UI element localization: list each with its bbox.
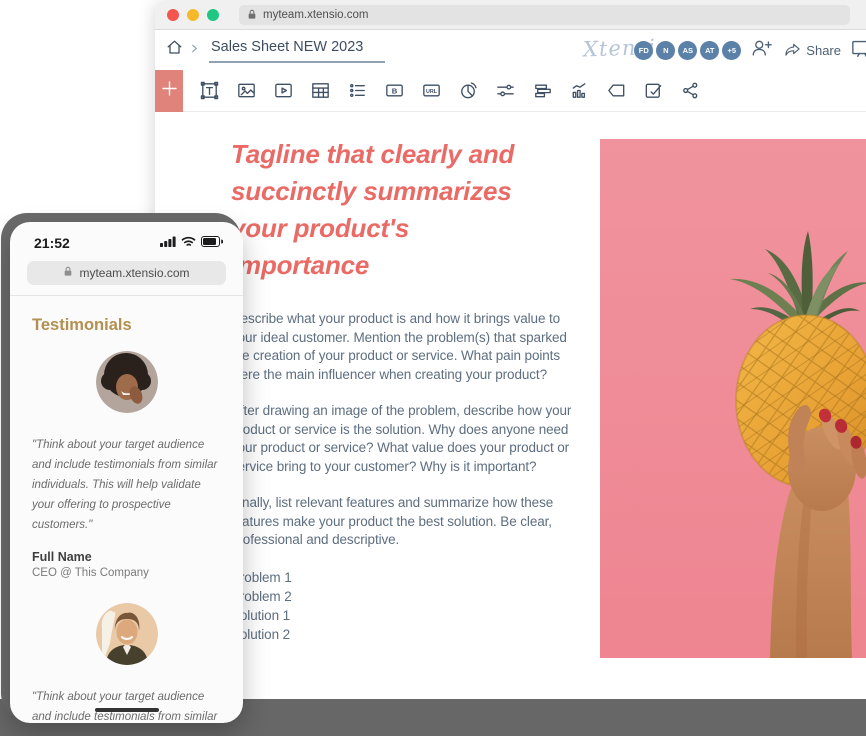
tagline-text[interactable]: Tagline that clearly and succinctly summ… <box>231 136 551 284</box>
traffic-lights <box>167 9 219 21</box>
divider <box>10 295 243 296</box>
svg-text:B: B <box>392 86 398 95</box>
lock-icon <box>247 9 257 20</box>
list-item[interactable]: Problem 2 <box>231 587 575 606</box>
person-add-icon[interactable] <box>750 37 774 64</box>
avatar[interactable]: AS <box>678 41 697 60</box>
phone-status-bar: 21:52 <box>10 222 243 252</box>
list-item[interactable]: Solution 2 <box>231 625 575 644</box>
battery-icon <box>201 234 223 252</box>
image-icon[interactable] <box>235 79 258 102</box>
avatar[interactable]: AT <box>700 41 719 60</box>
share-nodes-icon[interactable] <box>679 79 702 102</box>
body-paragraph[interactable]: After drawing an image of the problem, d… <box>231 402 575 476</box>
phone-address-url: myteam.xtensio.com <box>79 266 189 280</box>
video-icon[interactable] <box>272 79 295 102</box>
phone-mockup: 21:52 myteam.xtensio.com Testimonials <box>10 222 243 723</box>
collaborator-avatars: FD N AS AT +5 <box>631 41 741 60</box>
man-curly-hair-avatar <box>96 603 158 665</box>
editor-navbar: Sales Sheet NEW 2023 Xtensio FD N AS AT … <box>155 30 866 70</box>
text-column: Tagline that clearly and succinctly summ… <box>231 136 575 644</box>
pie-chart-icon[interactable] <box>457 79 480 102</box>
cellular-icon <box>160 234 176 252</box>
present-icon[interactable] <box>850 37 866 64</box>
woman-curly-hair-avatar <box>96 351 158 413</box>
plus-icon <box>162 81 177 101</box>
home-indicator[interactable] <box>95 708 159 713</box>
lock-icon <box>63 266 73 280</box>
document-title[interactable]: Sales Sheet NEW 2023 <box>209 37 385 63</box>
table-icon[interactable] <box>309 79 332 102</box>
share-label: Share <box>806 43 841 58</box>
avatar[interactable]: FD <box>634 41 653 60</box>
breadcrumb: Sales Sheet NEW 2023 <box>165 37 385 63</box>
testimonial-role: CEO @ This Company <box>32 567 221 579</box>
testimonial-quote: "Think about your target audience and in… <box>32 435 221 535</box>
minimize-window-button[interactable] <box>187 9 199 21</box>
product-photo[interactable] <box>600 139 866 658</box>
tag-icon[interactable] <box>605 79 628 102</box>
url-embed-icon[interactable]: URL <box>420 79 443 102</box>
avatar-overflow-count[interactable]: +5 <box>722 41 741 60</box>
list-icon[interactable] <box>346 79 369 102</box>
address-url: myteam.xtensio.com <box>263 9 368 21</box>
phone-status-icons <box>160 234 223 252</box>
close-window-button[interactable] <box>167 9 179 21</box>
phone-time: 21:52 <box>34 235 70 251</box>
add-element-button[interactable] <box>155 70 183 112</box>
phone-address-bar[interactable]: myteam.xtensio.com <box>27 261 226 285</box>
chevron-right-icon <box>189 41 200 59</box>
testimonial-name: Full Name <box>32 550 221 564</box>
home-icon[interactable] <box>165 38 184 62</box>
testimonial-card: "Think about your target audience and in… <box>10 603 243 723</box>
browser-chrome: myteam.xtensio.com <box>155 0 866 30</box>
stats-chart-icon[interactable] <box>568 79 591 102</box>
element-toolbar-icons: B URL <box>198 79 702 102</box>
button-icon[interactable]: B <box>383 79 406 102</box>
testimonial-quote: "Think about your target audience and in… <box>32 687 221 723</box>
marketing-composite: myteam.xtensio.com Sales Sheet NEW 2023 … <box>0 0 866 736</box>
body-paragraph[interactable]: Finally, list relevant features and summ… <box>231 494 575 550</box>
browser-window: myteam.xtensio.com Sales Sheet NEW 2023 … <box>155 0 866 699</box>
bar-chart-icon[interactable] <box>531 79 554 102</box>
testimonials-heading: Testimonials <box>32 316 221 335</box>
filters-icon[interactable] <box>494 79 517 102</box>
avatar[interactable]: N <box>656 41 675 60</box>
zoom-window-button[interactable] <box>207 9 219 21</box>
element-toolbar: B URL <box>155 70 866 112</box>
form-icon[interactable] <box>642 79 665 102</box>
wifi-icon <box>181 234 196 252</box>
document-canvas: Tagline that clearly and succinctly summ… <box>155 112 866 698</box>
problem-solution-list[interactable]: Problem 1 Problem 2 Solution 1 Solution … <box>231 568 575 644</box>
share-button[interactable]: Share <box>783 42 841 59</box>
address-bar[interactable]: myteam.xtensio.com <box>239 5 850 25</box>
text-element-icon[interactable] <box>198 79 221 102</box>
nav-right-cluster: FD N AS AT +5 Share <box>631 30 866 70</box>
list-item[interactable]: Problem 1 <box>231 568 575 587</box>
list-item[interactable]: Solution 1 <box>231 606 575 625</box>
testimonial-card: "Think about your target audience and in… <box>10 351 243 579</box>
body-paragraph[interactable]: Describe what your product is and how it… <box>231 310 575 384</box>
svg-text:URL: URL <box>426 89 438 95</box>
